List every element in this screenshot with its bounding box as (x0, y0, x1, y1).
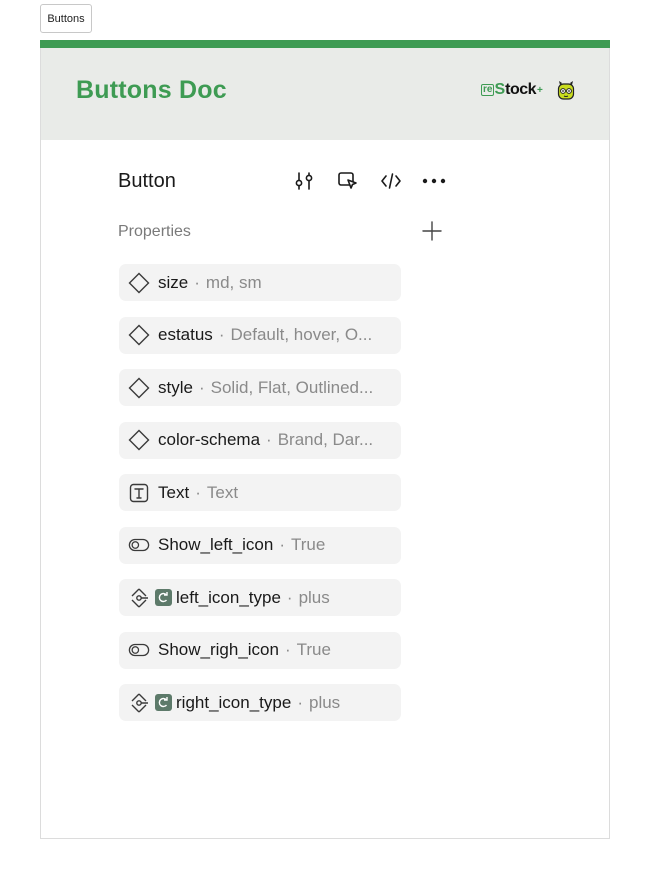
property-value: Default, hover, O... (230, 325, 373, 344)
variant-icon (128, 429, 150, 451)
property-value: md, sm (205, 272, 262, 292)
tab-buttons[interactable]: Buttons (40, 4, 92, 33)
mascot-icon (557, 81, 575, 100)
property-name: left_icon_type (176, 587, 281, 607)
property-row-color-schema[interactable]: color-schema · Brand, Dar... (119, 421, 401, 459)
property-row-text[interactable]: Text · Text (119, 474, 401, 511)
code-icon[interactable] (379, 169, 403, 193)
property-row-left-icon-type[interactable]: left_icon_type · plus (119, 579, 401, 616)
separator: · (195, 482, 201, 502)
property-name: style (158, 377, 193, 397)
property-name: Show_righ_icon (158, 640, 279, 659)
properties-label: Properties (118, 223, 191, 240)
instance-swap-icon (128, 692, 150, 714)
property-name: color-schema (158, 430, 261, 449)
variant-icon (128, 377, 150, 399)
doc-header: Buttons Doc re S tock + (41, 48, 609, 140)
property-value: plus (308, 692, 341, 712)
swap-thumbnail-icon (155, 589, 172, 606)
brand-s: S (494, 81, 506, 98)
variant-icon (128, 272, 150, 294)
property-name: estatus (158, 325, 213, 344)
property-value: plus (298, 587, 330, 607)
brand-logo: re S tock + (481, 81, 543, 99)
property-value: True (290, 535, 326, 554)
separator: · (218, 325, 225, 344)
add-property-icon[interactable] (420, 219, 444, 243)
separator: · (297, 692, 303, 712)
separator: · (279, 535, 285, 554)
property-row-style[interactable]: style · Solid, Flat, Outlined... (119, 369, 401, 406)
property-value: Text (206, 482, 239, 502)
accent-bar (40, 40, 610, 48)
separator: · (194, 272, 200, 292)
more-icon[interactable] (420, 169, 448, 193)
toggle-icon (128, 534, 150, 556)
property-row-show-righ-icon[interactable]: Show_righ_icon · True (119, 631, 401, 669)
swap-thumbnail-icon (155, 694, 172, 711)
property-row-show-left-icon[interactable]: Show_left_icon · True (119, 526, 401, 564)
property-name: right_icon_type (176, 692, 292, 712)
property-name: Text (158, 482, 190, 502)
property-value: Solid, Flat, Outlined... (210, 377, 374, 397)
separator: · (266, 430, 272, 449)
separator: · (286, 587, 293, 607)
variant-icon (128, 324, 150, 346)
property-list: size · md, sm estatus · Default, hover, … (119, 264, 401, 737)
select-instance-icon[interactable] (336, 169, 360, 193)
toggle-icon (128, 639, 150, 661)
property-row-size[interactable]: size · md, sm (119, 264, 401, 301)
property-name: size (158, 272, 189, 292)
property-value: Brand, Dar... (277, 430, 374, 449)
property-row-estatus[interactable]: estatus · Default, hover, O... (119, 316, 401, 354)
brand-plus: + (537, 84, 543, 96)
text-icon (128, 482, 150, 504)
component-title: Button (118, 170, 176, 192)
adjust-icon[interactable] (292, 169, 316, 193)
separator: · (284, 640, 291, 659)
brand-tock: tock (505, 81, 537, 98)
page-title: Buttons Doc (76, 76, 227, 104)
property-row-right-icon-type[interactable]: right_icon_type · plus (119, 684, 401, 721)
property-value: True (296, 640, 331, 659)
separator: · (198, 377, 205, 397)
instance-swap-icon (128, 587, 150, 609)
property-name: Show_left_icon (158, 535, 274, 554)
brand-re: re (481, 84, 495, 96)
